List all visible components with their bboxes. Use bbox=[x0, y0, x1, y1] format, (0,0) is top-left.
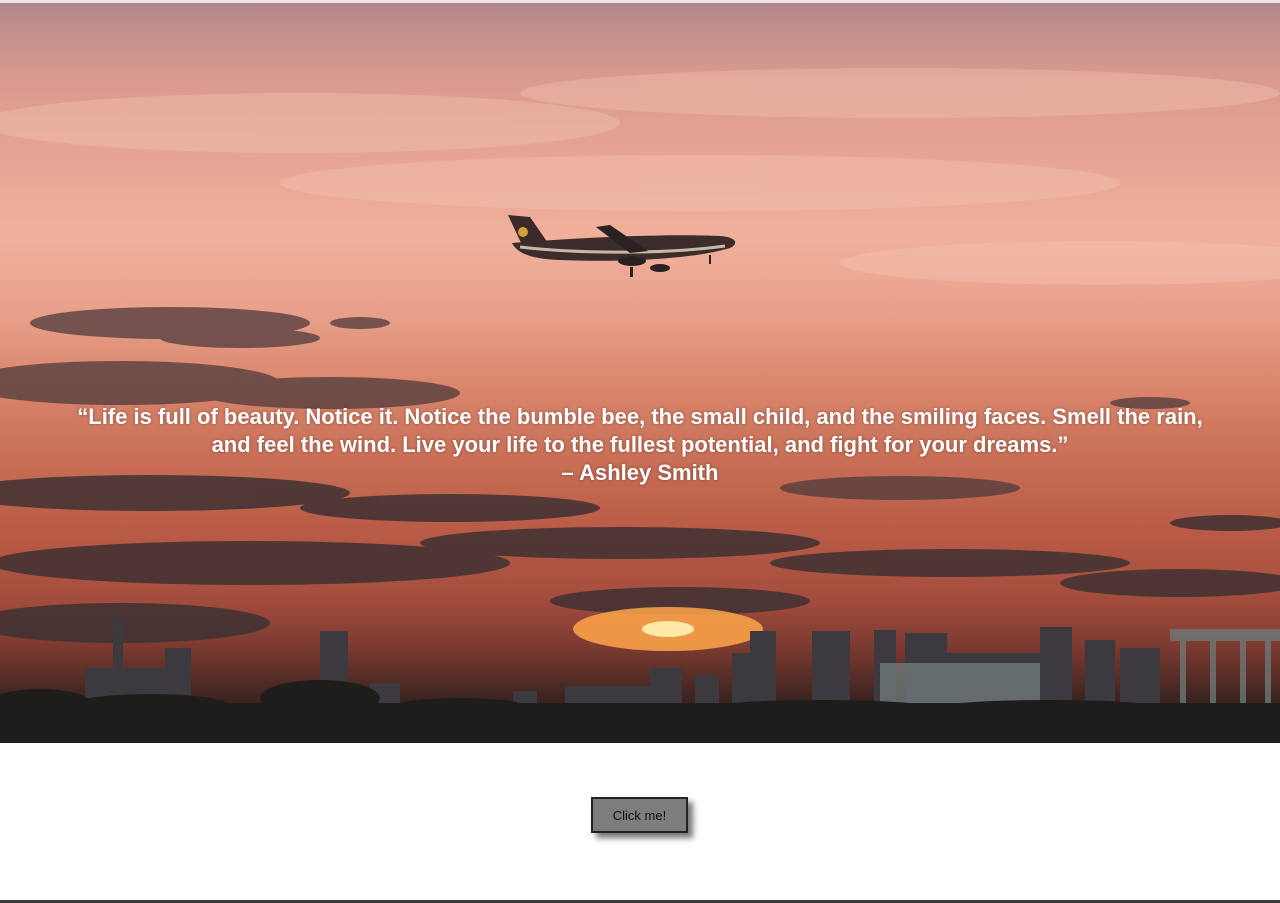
sunset-skyline-image bbox=[0, 68, 1280, 743]
quote-text-line-2: and feel the wind. Live your life to the… bbox=[211, 432, 1069, 457]
hero-banner: “Life is full of beauty. Notice it. Noti… bbox=[0, 3, 1280, 743]
quote-block: “Life is full of beauty. Notice it. Noti… bbox=[0, 403, 1280, 487]
quote-author: – Ashley Smith bbox=[561, 460, 719, 485]
airplane-icon bbox=[508, 215, 736, 277]
click-me-button[interactable]: Click me! bbox=[591, 797, 688, 833]
quote-text-line-1: “Life is full of beauty. Notice it. Noti… bbox=[77, 404, 1203, 429]
